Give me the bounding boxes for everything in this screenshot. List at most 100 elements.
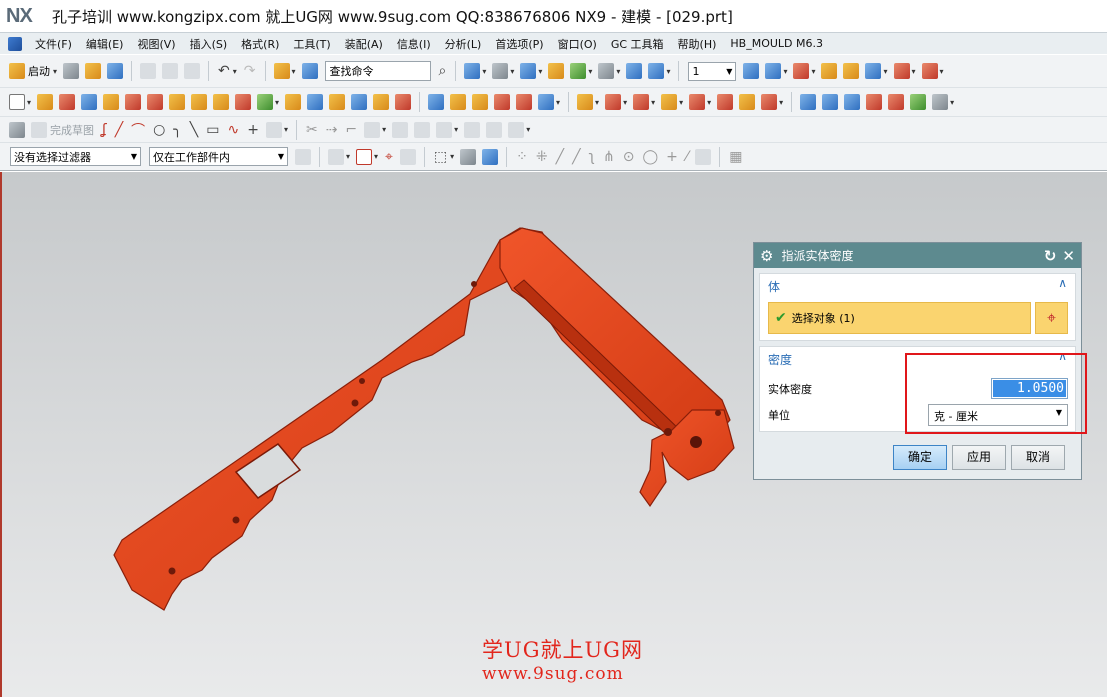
make-tangent-icon[interactable] xyxy=(761,94,778,110)
wcs-dropdown-icon[interactable]: ▾ xyxy=(666,67,670,76)
offset-curve-dropdown-icon[interactable]: ▾ xyxy=(284,125,288,134)
paste-icon[interactable] xyxy=(184,63,201,79)
cancel-button[interactable]: 取消 xyxy=(1011,445,1065,470)
resize-blend-dropdown-icon[interactable]: ▾ xyxy=(679,98,683,107)
sketch-icon[interactable] xyxy=(9,94,25,110)
view-cube-icon[interactable] xyxy=(520,63,537,79)
offset-face-icon[interactable] xyxy=(373,94,390,110)
copy-icon[interactable] xyxy=(162,63,179,79)
select-body-icon[interactable] xyxy=(482,148,499,165)
close-icon[interactable]: ✕ xyxy=(1062,247,1075,265)
csys-icon[interactable] xyxy=(626,63,643,79)
cylinder-icon[interactable] xyxy=(103,94,120,110)
cut-icon[interactable] xyxy=(140,63,157,79)
mirror-icon[interactable] xyxy=(450,94,467,110)
sew-icon[interactable] xyxy=(494,94,511,110)
quick-trim-icon[interactable]: ✂ xyxy=(306,122,318,138)
chamfer-icon[interactable] xyxy=(307,94,324,110)
render-style-icon[interactable] xyxy=(492,63,509,79)
snap-endpoint-icon[interactable]: ⁘ xyxy=(516,149,528,165)
select-feature-icon[interactable] xyxy=(356,148,373,165)
view-orient-dropdown-icon[interactable]: ▾ xyxy=(482,67,486,76)
type-filter-select[interactable]: 没有选择过滤器 ▼ xyxy=(10,147,141,166)
boolean-dropdown-icon[interactable]: ▾ xyxy=(275,98,279,107)
snap-on-curve-icon[interactable]: ⁄ xyxy=(686,149,688,165)
filter-settings-icon[interactable] xyxy=(295,148,311,165)
extrude-icon[interactable] xyxy=(37,94,54,110)
sphere-icon[interactable] xyxy=(147,94,164,110)
selection-priority-dropdown-icon[interactable]: ▾ xyxy=(346,152,350,161)
repeat-command-icon[interactable] xyxy=(273,63,290,79)
delete-face-icon[interactable] xyxy=(633,94,650,110)
new-file-icon[interactable] xyxy=(63,63,80,79)
snap-control-icon[interactable]: ╱ xyxy=(572,149,580,165)
menu-information[interactable]: 信息(I) xyxy=(390,36,438,52)
start-dropdown-icon[interactable]: ▾ xyxy=(53,67,57,76)
show-constraints-icon[interactable] xyxy=(464,121,481,138)
view-orient-icon[interactable] xyxy=(464,63,481,79)
density-section-title[interactable]: 密度 xyxy=(768,351,792,368)
edge-blend-icon[interactable] xyxy=(285,94,302,110)
synchronous-move-dropdown-icon[interactable]: ▾ xyxy=(595,98,599,107)
polygon-icon[interactable]: ∿ xyxy=(227,122,239,138)
boss-icon[interactable] xyxy=(191,94,208,110)
undo-icon[interactable]: ↶ xyxy=(218,63,230,79)
fillet-icon[interactable]: ╮ xyxy=(173,122,181,138)
pull-face-dropdown-icon[interactable]: ▾ xyxy=(623,98,627,107)
show-hide-icon[interactable] xyxy=(865,63,882,79)
menu-view[interactable]: 视图(V) xyxy=(130,36,182,52)
geometric-constraint-icon[interactable] xyxy=(414,121,431,138)
show-hide-dropdown-icon[interactable]: ▾ xyxy=(883,67,887,76)
pocket-icon[interactable] xyxy=(213,94,230,110)
ok-button[interactable]: 确定 xyxy=(893,445,947,470)
unite-icon[interactable] xyxy=(257,94,274,110)
rectangle-select-icon[interactable]: ⬚ xyxy=(434,149,447,165)
command-finder-icon[interactable] xyxy=(301,63,318,79)
selection-priority-icon[interactable] xyxy=(328,148,344,165)
reset-icon[interactable]: ↻ xyxy=(1044,247,1057,265)
sketch-task-icon[interactable] xyxy=(9,121,25,138)
delete-face-dropdown-icon[interactable]: ▾ xyxy=(651,98,655,107)
menu-tools[interactable]: 工具(T) xyxy=(286,36,337,52)
snap-arc-center-icon[interactable]: ⊙ xyxy=(623,149,635,165)
replace-face-icon[interactable] xyxy=(538,94,555,110)
snap-existing-point-icon[interactable]: + xyxy=(666,149,678,165)
command-search-input[interactable] xyxy=(324,61,431,81)
trim-body-icon[interactable] xyxy=(395,94,412,110)
undo-dropdown-icon[interactable]: ▾ xyxy=(233,67,237,76)
snap-midpoint-icon[interactable]: ⁜ xyxy=(536,149,548,165)
menu-analysis[interactable]: 分析(L) xyxy=(438,36,489,52)
view-cube-dropdown-icon[interactable]: ▾ xyxy=(538,67,542,76)
offset-region-icon[interactable] xyxy=(689,94,706,110)
crosshair-icon[interactable]: ⌖ xyxy=(1035,302,1068,334)
swept-icon[interactable] xyxy=(866,94,883,110)
apply-button[interactable]: 应用 xyxy=(952,445,1006,470)
point-icon[interactable]: + xyxy=(247,122,259,138)
through-curves-icon[interactable] xyxy=(800,94,817,110)
analysis-icon[interactable] xyxy=(843,63,860,79)
search-icon[interactable]: ⌕ xyxy=(439,63,447,79)
make-tangent-dropdown-icon[interactable]: ▾ xyxy=(779,98,783,107)
offset-region-dropdown-icon[interactable]: ▾ xyxy=(707,98,711,107)
finish-sketch-label[interactable]: 完成草图 xyxy=(50,122,94,138)
quick-extend-icon[interactable]: ⇢ xyxy=(326,122,338,138)
dimension-dropdown-icon[interactable]: ▾ xyxy=(912,67,916,76)
wcs-icon[interactable] xyxy=(648,63,665,79)
offset-surface-icon[interactable] xyxy=(932,94,949,110)
convert-reference-icon[interactable] xyxy=(486,121,503,138)
make-corner-icon[interactable]: ⌐ xyxy=(345,122,357,138)
make-coplanar-icon[interactable] xyxy=(717,94,734,110)
patch-icon[interactable] xyxy=(516,94,533,110)
pattern-icon[interactable] xyxy=(428,94,445,110)
menu-insert[interactable]: 插入(S) xyxy=(183,36,235,52)
move-to-layer-dropdown-icon[interactable]: ▾ xyxy=(783,67,787,76)
line-icon[interactable]: ╱ xyxy=(115,122,123,138)
replace-face-dropdown-icon[interactable]: ▾ xyxy=(556,98,560,107)
snap-cursor-icon[interactable]: ⌖ xyxy=(385,149,393,165)
auto-constrain-icon[interactable] xyxy=(436,121,453,138)
save-icon[interactable] xyxy=(107,63,124,79)
cone-icon[interactable] xyxy=(125,94,142,110)
finish-sketch-icon[interactable] xyxy=(31,121,47,138)
open-folder-icon[interactable] xyxy=(85,63,102,79)
snap-on-face-icon[interactable] xyxy=(695,148,712,165)
